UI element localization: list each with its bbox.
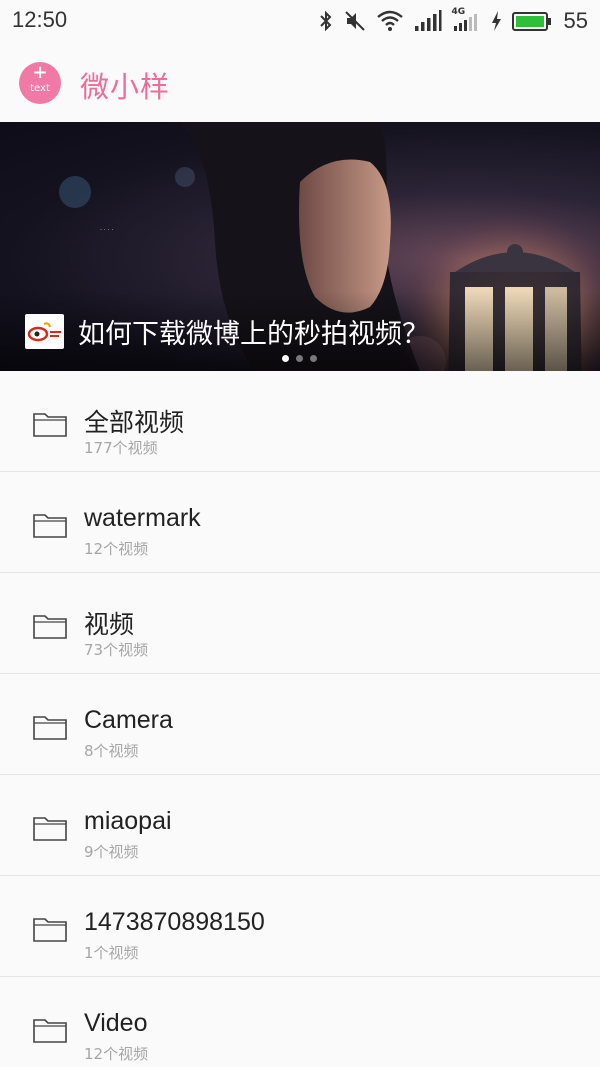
banner-dot[interactable] [296, 355, 303, 362]
folder-icon [33, 413, 67, 437]
add-button-label: text [30, 83, 50, 94]
folder-video-count: 177个视频 [84, 439, 158, 457]
folder-name: Video [84, 1009, 148, 1037]
folder-video-count: 1个视频 [84, 944, 139, 962]
banner-dot[interactable] [310, 355, 317, 362]
folder-video-count: 8个视频 [84, 742, 139, 760]
folder-list: 全部视频 177个视频 watermark 12个视频 视频 73个视频 Cam… [0, 371, 600, 1067]
folder-icon [33, 918, 67, 942]
battery-level: 55 [563, 8, 588, 33]
folder-video-count: 9个视频 [84, 843, 139, 861]
folder-item[interactable]: watermark 12个视频 [0, 472, 600, 573]
charging-icon [491, 11, 501, 31]
wifi-icon [376, 10, 403, 31]
folder-item[interactable]: Camera 8个视频 [0, 674, 600, 775]
svg-text:· · · ·: · · · · [100, 227, 113, 234]
folder-name: 全部视频 [84, 409, 185, 437]
folder-icon [33, 1019, 67, 1043]
banner-page-indicator [282, 355, 317, 362]
signal-4g-icon: 4G [452, 7, 480, 33]
weibo-logo-icon [25, 314, 64, 349]
folder-video-count: 73个视频 [84, 641, 149, 659]
banner-carousel[interactable]: · · · · 如何下载微博上的秒拍视频？ [0, 122, 600, 371]
folder-item[interactable]: 1473870898150 1个视频 [0, 876, 600, 977]
status-time: 12:50 [12, 7, 68, 32]
add-button[interactable]: + text [19, 62, 61, 104]
folder-icon [33, 817, 67, 841]
folder-video-count: 12个视频 [84, 540, 149, 558]
mute-icon [344, 11, 365, 31]
folder-item[interactable]: 视频 73个视频 [0, 573, 600, 674]
plus-icon: + [32, 62, 48, 83]
signal-icon [414, 10, 442, 31]
folder-icon [33, 615, 67, 639]
app-title: 微小样 [80, 70, 171, 104]
bluetooth-icon [319, 10, 331, 32]
folder-name: 1473870898150 [84, 908, 265, 936]
folder-item[interactable]: Video 12个视频 [0, 977, 600, 1067]
folder-name: Camera [84, 706, 173, 734]
banner-title: 如何下载微博上的秒拍视频？ [78, 319, 429, 350]
folder-icon [33, 514, 67, 538]
folder-icon [33, 716, 67, 740]
status-icons: 4G 55 [318, 6, 588, 36]
folder-name: 视频 [84, 611, 135, 639]
folder-name: miaopai [84, 807, 172, 835]
banner-dot-active[interactable] [282, 355, 289, 362]
status-bar: 12:50 4G 55 [0, 0, 600, 44]
battery-icon [511, 12, 551, 31]
folder-video-count: 12个视频 [84, 1045, 149, 1063]
app-header: + text 微小样 [0, 44, 600, 122]
folder-item[interactable]: 全部视频 177个视频 [0, 371, 600, 472]
folder-name: watermark [84, 504, 201, 532]
folder-item[interactable]: miaopai 9个视频 [0, 775, 600, 876]
